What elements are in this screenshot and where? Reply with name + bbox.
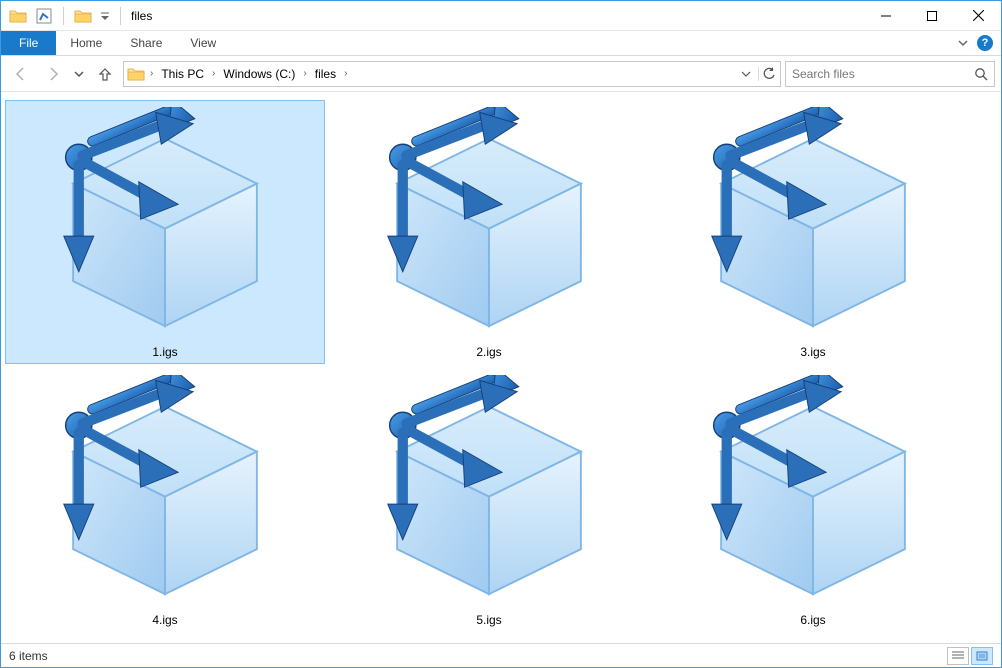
breadcrumb-segment[interactable]: files	[311, 67, 340, 81]
search-icon	[974, 67, 988, 81]
file-name-label: 1.igs	[152, 341, 177, 359]
thumbnails-view-button[interactable]	[971, 647, 993, 665]
file-name-label: 2.igs	[476, 341, 501, 359]
tab-home[interactable]: Home	[56, 31, 116, 55]
folder-icon	[126, 65, 146, 83]
properties-icon[interactable]	[33, 5, 55, 27]
tab-view[interactable]: View	[176, 31, 230, 55]
status-item-count: 6 items	[9, 649, 48, 663]
file-item[interactable]: 3.igs	[653, 100, 973, 364]
file-item[interactable]: 6.igs	[653, 368, 973, 632]
file-name-label: 5.igs	[476, 609, 501, 627]
separator	[63, 7, 64, 25]
address-dropdown-icon[interactable]	[736, 69, 756, 79]
forward-button[interactable]	[39, 60, 67, 88]
separator	[120, 7, 121, 25]
chevron-right-icon[interactable]: ›	[342, 68, 349, 79]
maximize-button[interactable]	[909, 1, 955, 31]
address-bar[interactable]: › This PC › Windows (C:) › files ›	[123, 61, 781, 87]
recent-locations-dropdown[interactable]	[71, 60, 87, 88]
view-mode-toggle	[947, 647, 993, 665]
igs-file-icon	[685, 373, 941, 609]
igs-file-icon	[37, 373, 293, 609]
file-item[interactable]: 5.igs	[329, 368, 649, 632]
title-bar: files	[1, 1, 1001, 31]
file-tab[interactable]: File	[1, 31, 56, 55]
chevron-right-icon[interactable]: ›	[301, 68, 308, 79]
ribbon-expand-icon[interactable]	[957, 37, 969, 49]
folder-icon	[72, 5, 94, 27]
file-list: 1.igs 2.igs 3.igs 4.igs 5.igs 6.igs	[1, 92, 1001, 643]
help-icon[interactable]: ?	[977, 35, 993, 51]
up-button[interactable]	[91, 60, 119, 88]
igs-file-icon	[361, 373, 617, 609]
igs-file-icon	[685, 105, 941, 341]
status-bar: 6 items	[1, 643, 1001, 667]
file-item[interactable]: 4.igs	[5, 368, 325, 632]
file-item[interactable]: 1.igs	[5, 100, 325, 364]
minimize-button[interactable]	[863, 1, 909, 31]
file-name-label: 4.igs	[152, 609, 177, 627]
details-view-button[interactable]	[947, 647, 969, 665]
file-name-label: 6.igs	[800, 609, 825, 627]
ribbon-tabs: File Home Share View ?	[1, 31, 1001, 56]
back-button[interactable]	[7, 60, 35, 88]
file-item[interactable]: 2.igs	[329, 100, 649, 364]
tab-share[interactable]: Share	[116, 31, 176, 55]
igs-file-icon	[37, 105, 293, 341]
quick-access-toolbar	[1, 5, 125, 27]
breadcrumb-segment[interactable]: This PC	[157, 67, 208, 81]
window-title: files	[125, 9, 152, 23]
search-input[interactable]: Search files	[785, 61, 995, 87]
igs-file-icon	[361, 105, 617, 341]
chevron-right-icon[interactable]: ›	[210, 68, 217, 79]
navigation-bar: › This PC › Windows (C:) › files › Searc…	[1, 56, 1001, 92]
file-name-label: 3.igs	[800, 341, 825, 359]
qat-dropdown-icon[interactable]	[98, 5, 112, 27]
refresh-button[interactable]	[758, 67, 778, 81]
chevron-right-icon[interactable]: ›	[148, 68, 155, 79]
breadcrumb-segment[interactable]: Windows (C:)	[219, 67, 299, 81]
folder-icon	[7, 5, 29, 27]
search-placeholder: Search files	[792, 67, 974, 81]
close-button[interactable]	[955, 1, 1001, 31]
